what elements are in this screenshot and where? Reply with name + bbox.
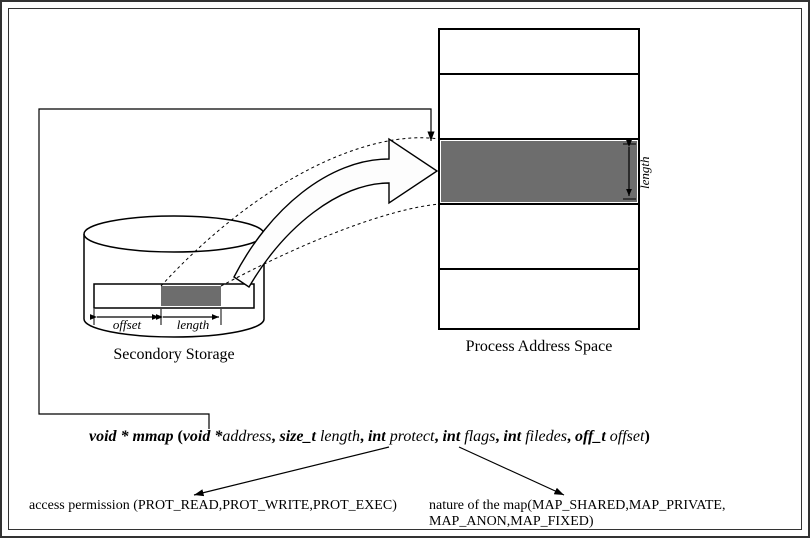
mapped-file-region xyxy=(161,286,221,306)
offset-label: offset xyxy=(113,317,142,332)
access-permission-annotation: access permission (PROT_READ,PROT_WRITE,… xyxy=(29,498,397,513)
process-address-space-label: Process Address Space xyxy=(466,338,613,355)
mapped-segment xyxy=(441,141,637,202)
mmap-signature: void * mmap (void *address, size_t lengt… xyxy=(89,428,650,445)
length-memory-label: length xyxy=(637,157,652,190)
secondary-storage-label: Secondory Storage xyxy=(113,346,234,363)
flags-arrow xyxy=(459,447,564,495)
nature-of-map-annotation-2: MAP_ANON,MAP_FIXED) xyxy=(429,514,594,529)
nature-of-map-annotation-1: nature of the map(MAP_SHARED,MAP_PRIVATE… xyxy=(429,498,725,513)
mmap-diagram: length Process Address Space offset xyxy=(9,9,803,529)
length-disk-label: length xyxy=(177,317,210,332)
secondary-storage: offset length Secondory Storage xyxy=(84,216,264,363)
outer-frame: length Process Address Space offset xyxy=(0,0,810,538)
svg-text:void * mmap (void *address, si: void * mmap (void *address, size_t lengt… xyxy=(89,428,650,445)
diagram-container: length Process Address Space offset xyxy=(8,8,802,530)
process-address-space: length Process Address Space xyxy=(439,29,652,355)
protect-arrow xyxy=(194,447,389,495)
